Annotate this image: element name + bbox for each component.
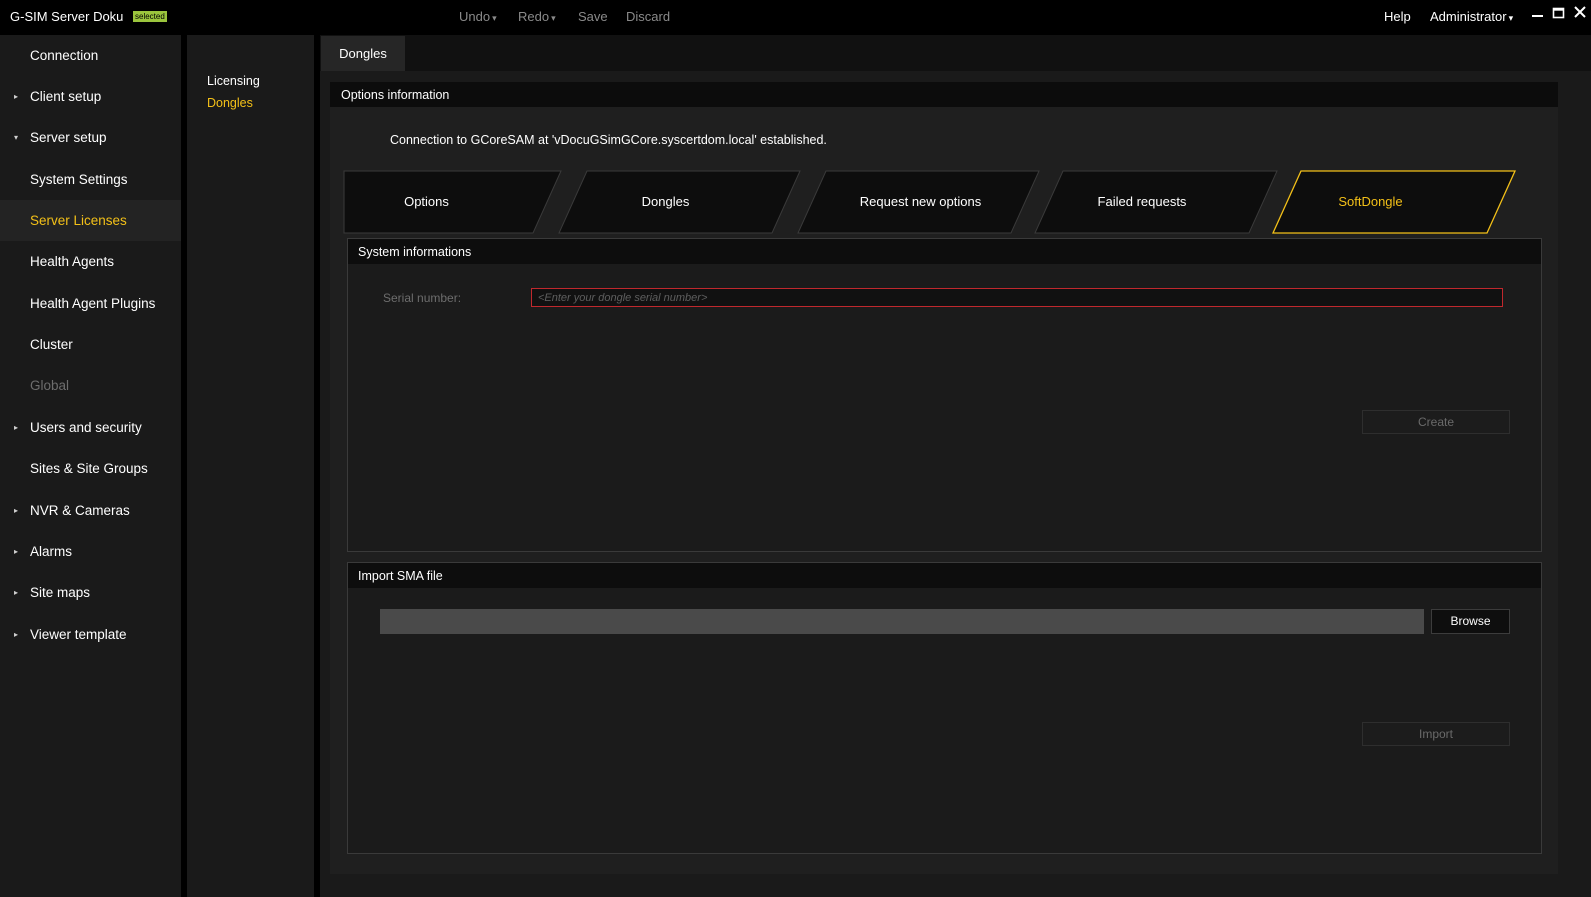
tab-label: Failed requests — [1097, 194, 1187, 209]
maximize-icon[interactable] — [1550, 5, 1568, 24]
sidebar-item-label: Health Agent Plugins — [30, 296, 156, 311]
serial-number-label: Serial number: — [383, 291, 462, 305]
sidebar-item-label: Global — [30, 378, 70, 393]
group-title: Import SMA file — [358, 569, 443, 583]
title-bar — [0, 0, 1591, 35]
browse-button[interactable]: Browse — [1431, 609, 1510, 634]
collapse-arrow-icon: ▾ — [14, 133, 19, 142]
discard-button[interactable]: Discard — [626, 9, 670, 24]
expand-arrow-icon: ▸ — [14, 547, 19, 556]
sidebar-item-label: Health Agents — [30, 254, 115, 269]
expand-arrow-icon: ▸ — [14, 630, 19, 639]
sidebar-item-sites-and-site-groups[interactable]: Sites & Site Groups — [0, 448, 181, 489]
sidebar-item-server-licenses[interactable]: Server Licenses — [0, 200, 181, 241]
panel-header — [330, 82, 1558, 107]
tab-options[interactable]: Options — [343, 170, 562, 234]
tab-request-new-options[interactable]: Request new options — [797, 170, 1040, 234]
sidebar-item-label: Connection — [30, 48, 99, 63]
chevron-down-icon: ▾ — [492, 13, 497, 23]
system-info-group: System informations — [347, 238, 1542, 552]
tab-dongles[interactable]: Dongles — [321, 36, 405, 71]
subnav-item-licensing[interactable]: Licensing — [207, 74, 260, 88]
redo-label: Redo — [518, 9, 550, 24]
expand-arrow-icon: ▸ — [14, 423, 19, 432]
tab-strip — [320, 35, 1591, 71]
sidebar-item-connection[interactable]: Connection — [0, 35, 181, 76]
import-button[interactable]: Import — [1362, 722, 1510, 746]
sidebar-item-site-maps[interactable]: ▸ Site maps — [0, 572, 181, 613]
panel-title: Options information — [341, 88, 450, 102]
chevron-down-icon: ▾ — [551, 13, 556, 23]
tab-label: Request new options — [859, 194, 982, 209]
sidebar-item-nvr-and-cameras[interactable]: ▸ NVR & Cameras — [0, 490, 181, 531]
expand-arrow-icon: ▸ — [14, 588, 19, 597]
sidebar-item-system-settings[interactable]: System Settings — [0, 159, 181, 200]
create-button[interactable]: Create — [1362, 410, 1510, 434]
app-title: G-SIM Server Doku — [10, 9, 124, 24]
undo-button[interactable]: Undo ▾ — [459, 9, 497, 24]
selected-badge: selected — [133, 11, 167, 22]
sidebar-item-label: Users and security — [30, 420, 142, 435]
sidebar-item-label: Alarms — [30, 544, 73, 559]
sidebar-item-server-setup[interactable]: ▾ Server setup — [0, 117, 181, 158]
redo-button[interactable]: Redo ▾ — [518, 9, 556, 24]
sidebar-item-client-setup[interactable]: ▸ Client setup — [0, 76, 181, 117]
tab-failed-requests[interactable]: Failed requests — [1034, 170, 1278, 234]
tab-softdongle[interactable]: SoftDongle — [1272, 170, 1517, 234]
tab-label: SoftDongle — [1338, 194, 1403, 209]
sidebar-item-label: Cluster — [30, 337, 73, 352]
sidebar-item-health-agents[interactable]: Health Agents — [0, 241, 181, 282]
tab-label: Options — [404, 194, 449, 209]
group-title: System informations — [358, 245, 472, 259]
tab-label: Dongles — [641, 194, 690, 209]
help-link[interactable]: Help — [1384, 9, 1411, 24]
group-header — [348, 563, 1541, 588]
user-menu[interactable]: Administrator ▾ — [1430, 9, 1513, 24]
sidebar: Connection ▸ Client setup ▾ Server setup S… — [0, 35, 181, 897]
sidebar-item-label: System Settings — [30, 172, 128, 187]
save-button[interactable]: Save — [578, 9, 608, 24]
sidebar-item-label: Sites & Site Groups — [30, 461, 148, 476]
group-header — [348, 239, 1541, 264]
sidebar-item-alarms[interactable]: ▸ Alarms — [0, 531, 181, 572]
tab-dongles-list[interactable]: Dongles — [558, 170, 801, 234]
serial-number-input[interactable] — [531, 288, 1503, 307]
license-subnav: Licensing Dongles — [187, 35, 314, 897]
sidebar-item-label: Client setup — [30, 89, 102, 104]
sidebar-item-label: Viewer template — [30, 627, 127, 642]
sidebar-item-global[interactable]: Global — [0, 365, 181, 406]
user-name: Administrator — [1430, 9, 1507, 24]
sidebar-item-viewer-template[interactable]: ▸ Viewer template — [0, 614, 181, 655]
sidebar-item-label: Server Licenses — [30, 213, 127, 228]
close-icon[interactable] — [1571, 4, 1589, 25]
chevron-down-icon: ▾ — [1508, 13, 1514, 23]
sidebar-item-label: Site maps — [30, 585, 91, 600]
sidebar-item-label: NVR & Cameras — [30, 503, 130, 518]
subnav-item-dongles[interactable]: Dongles — [207, 96, 253, 110]
sidebar-item-cluster[interactable]: Cluster — [0, 324, 181, 365]
sma-file-path-field[interactable] — [380, 609, 1424, 634]
import-sma-group: Import SMA file — [347, 562, 1542, 854]
connection-status: Connection to GCoreSAM at 'vDocuGSimGCor… — [390, 133, 827, 147]
undo-label: Undo — [459, 9, 491, 24]
expand-arrow-icon: ▸ — [14, 92, 19, 101]
expand-arrow-icon: ▸ — [14, 506, 19, 515]
minimize-icon[interactable] — [1529, 4, 1547, 25]
sidebar-item-label: Server setup — [30, 130, 107, 145]
sidebar-item-health-agent-plugins[interactable]: Health Agent Plugins — [0, 283, 181, 324]
sidebar-item-users-and-security[interactable]: ▸ Users and security — [0, 407, 181, 448]
